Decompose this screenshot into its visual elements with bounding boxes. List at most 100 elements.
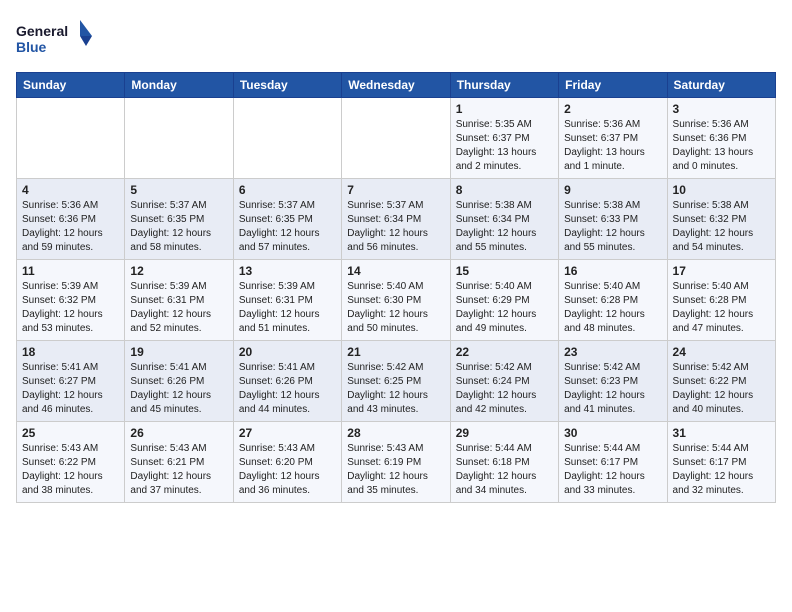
day-info: Sunrise: 5:43 AM Sunset: 6:21 PM Dayligh… [130,442,227,498]
calendar-cell: 16 Sunrise: 5:40 AM Sunset: 6:28 PM Dayli… [559,260,667,341]
day-number: 14 [347,264,444,278]
day-number: 30 [564,426,661,440]
day-info: Sunrise: 5:42 AM Sunset: 6:23 PM Dayligh… [564,361,661,417]
day-info: Sunrise: 5:40 AM Sunset: 6:30 PM Dayligh… [347,280,444,336]
day-number: 2 [564,102,661,116]
day-number: 12 [130,264,227,278]
day-number: 17 [673,264,770,278]
calendar-header-row: Sunday Monday Tuesday Wednesday Thursday… [17,73,776,98]
day-info: Sunrise: 5:44 AM Sunset: 6:18 PM Dayligh… [456,442,553,498]
calendar-cell: 8 Sunrise: 5:38 AM Sunset: 6:34 PM Daylig… [450,179,558,260]
day-info: Sunrise: 5:36 AM Sunset: 6:36 PM Dayligh… [673,118,770,174]
calendar-week-row: 11Sunrise: 5:39 AM Sunset: 6:32 PM Dayli… [17,260,776,341]
calendar-cell: 17 Sunrise: 5:40 AM Sunset: 6:28 PM Dayli… [667,260,775,341]
svg-text:Blue: Blue [16,39,47,55]
calendar-cell: 14 Sunrise: 5:40 AM Sunset: 6:30 PM Dayli… [342,260,450,341]
day-number: 21 [347,345,444,359]
day-info: Sunrise: 5:38 AM Sunset: 6:34 PM Dayligh… [456,199,553,255]
day-number: 4 [22,183,119,197]
calendar-cell: 28 Sunrise: 5:43 AM Sunset: 6:19 PM Dayli… [342,422,450,503]
calendar-cell: 6 Sunrise: 5:37 AM Sunset: 6:35 PM Daylig… [233,179,341,260]
day-info: Sunrise: 5:40 AM Sunset: 6:29 PM Dayligh… [456,280,553,336]
day-number: 13 [239,264,336,278]
day-number: 9 [564,183,661,197]
calendar-week-row: 18 Sunrise: 5:41 AM Sunset: 6:27 PM Dayli… [17,341,776,422]
calendar-cell: 4 Sunrise: 5:36 AM Sunset: 6:36 PM Daylig… [17,179,125,260]
day-info: Sunrise: 5:39 AM Sunset: 6:32 PM Dayligh… [22,280,119,336]
day-number: 27 [239,426,336,440]
day-number: 26 [130,426,227,440]
day-info: Sunrise: 5:44 AM Sunset: 6:17 PM Dayligh… [564,442,661,498]
day-number: 7 [347,183,444,197]
calendar-week-row: 25 Sunrise: 5:43 AM Sunset: 6:22 PM Dayli… [17,422,776,503]
calendar-cell: 22Sunrise: 5:42 AM Sunset: 6:24 PM Dayli… [450,341,558,422]
day-info: Sunrise: 5:42 AM Sunset: 6:22 PM Dayligh… [673,361,770,417]
calendar-cell: 12 Sunrise: 5:39 AM Sunset: 6:31 PM Dayli… [125,260,233,341]
calendar-cell: 21 Sunrise: 5:42 AM Sunset: 6:25 PM Dayli… [342,341,450,422]
calendar-cell [125,98,233,179]
calendar-cell: 29 Sunrise: 5:44 AM Sunset: 6:18 PM Dayli… [450,422,558,503]
day-info: Sunrise: 5:43 AM Sunset: 6:22 PM Dayligh… [22,442,119,498]
calendar-cell [342,98,450,179]
calendar-cell: 23 Sunrise: 5:42 AM Sunset: 6:23 PM Dayli… [559,341,667,422]
day-number: 8 [456,183,553,197]
col-friday: Friday [559,73,667,98]
day-info: Sunrise: 5:35 AM Sunset: 6:37 PM Dayligh… [456,118,553,174]
day-info: Sunrise: 5:40 AM Sunset: 6:28 PM Dayligh… [673,280,770,336]
day-info: Sunrise: 5:42 AM Sunset: 6:25 PM Dayligh… [347,361,444,417]
day-info: Sunrise: 5:41 AM Sunset: 6:27 PM Dayligh… [22,361,119,417]
day-info: Sunrise: 5:39 AM Sunset: 6:31 PM Dayligh… [130,280,227,336]
calendar-cell: 19Sunrise: 5:41 AM Sunset: 6:26 PM Dayli… [125,341,233,422]
day-info: Sunrise: 5:37 AM Sunset: 6:34 PM Dayligh… [347,199,444,255]
col-monday: Monday [125,73,233,98]
day-number: 22 [456,345,553,359]
day-number: 28 [347,426,444,440]
day-number: 6 [239,183,336,197]
calendar-cell: 20Sunrise: 5:41 AM Sunset: 6:26 PM Dayli… [233,341,341,422]
calendar-cell [233,98,341,179]
day-number: 23 [564,345,661,359]
calendar-cell: 2Sunrise: 5:36 AM Sunset: 6:37 PM Daylig… [559,98,667,179]
calendar-cell: 9 Sunrise: 5:38 AM Sunset: 6:33 PM Daylig… [559,179,667,260]
calendar-cell: 5 Sunrise: 5:37 AM Sunset: 6:35 PM Daylig… [125,179,233,260]
day-info: Sunrise: 5:39 AM Sunset: 6:31 PM Dayligh… [239,280,336,336]
calendar-week-row: 1 Sunrise: 5:35 AM Sunset: 6:37 PM Daylig… [17,98,776,179]
calendar-cell: 7 Sunrise: 5:37 AM Sunset: 6:34 PM Daylig… [342,179,450,260]
calendar-table: Sunday Monday Tuesday Wednesday Thursday… [16,72,776,503]
page-header: General Blue [16,16,776,64]
calendar-cell: 3 Sunrise: 5:36 AM Sunset: 6:36 PM Daylig… [667,98,775,179]
day-info: Sunrise: 5:40 AM Sunset: 6:28 PM Dayligh… [564,280,661,336]
day-number: 5 [130,183,227,197]
calendar-cell: 18 Sunrise: 5:41 AM Sunset: 6:27 PM Dayli… [17,341,125,422]
calendar-cell: 30 Sunrise: 5:44 AM Sunset: 6:17 PM Dayli… [559,422,667,503]
day-info: Sunrise: 5:38 AM Sunset: 6:32 PM Dayligh… [673,199,770,255]
day-number: 3 [673,102,770,116]
calendar-cell: 15 Sunrise: 5:40 AM Sunset: 6:29 PM Dayli… [450,260,558,341]
day-number: 16 [564,264,661,278]
day-number: 25 [22,426,119,440]
calendar-cell: 26 Sunrise: 5:43 AM Sunset: 6:21 PM Dayli… [125,422,233,503]
calendar-cell: 13 Sunrise: 5:39 AM Sunset: 6:31 PM Dayli… [233,260,341,341]
day-number: 18 [22,345,119,359]
day-number: 29 [456,426,553,440]
calendar-cell: 24Sunrise: 5:42 AM Sunset: 6:22 PM Dayli… [667,341,775,422]
calendar-cell: 31Sunrise: 5:44 AM Sunset: 6:17 PM Dayli… [667,422,775,503]
calendar-cell: 1 Sunrise: 5:35 AM Sunset: 6:37 PM Daylig… [450,98,558,179]
calendar-cell: 27 Sunrise: 5:43 AM Sunset: 6:20 PM Dayli… [233,422,341,503]
calendar-cell: 11Sunrise: 5:39 AM Sunset: 6:32 PM Dayli… [17,260,125,341]
day-info: Sunrise: 5:37 AM Sunset: 6:35 PM Dayligh… [239,199,336,255]
day-number: 31 [673,426,770,440]
day-info: Sunrise: 5:36 AM Sunset: 6:36 PM Dayligh… [22,199,119,255]
col-wednesday: Wednesday [342,73,450,98]
day-info: Sunrise: 5:38 AM Sunset: 6:33 PM Dayligh… [564,199,661,255]
calendar-week-row: 4 Sunrise: 5:36 AM Sunset: 6:36 PM Daylig… [17,179,776,260]
day-info: Sunrise: 5:43 AM Sunset: 6:19 PM Dayligh… [347,442,444,498]
day-number: 1 [456,102,553,116]
day-info: Sunrise: 5:37 AM Sunset: 6:35 PM Dayligh… [130,199,227,255]
logo: General Blue [16,16,96,64]
day-info: Sunrise: 5:41 AM Sunset: 6:26 PM Dayligh… [239,361,336,417]
day-info: Sunrise: 5:43 AM Sunset: 6:20 PM Dayligh… [239,442,336,498]
col-saturday: Saturday [667,73,775,98]
day-number: 15 [456,264,553,278]
logo-svg: General Blue [16,16,96,64]
